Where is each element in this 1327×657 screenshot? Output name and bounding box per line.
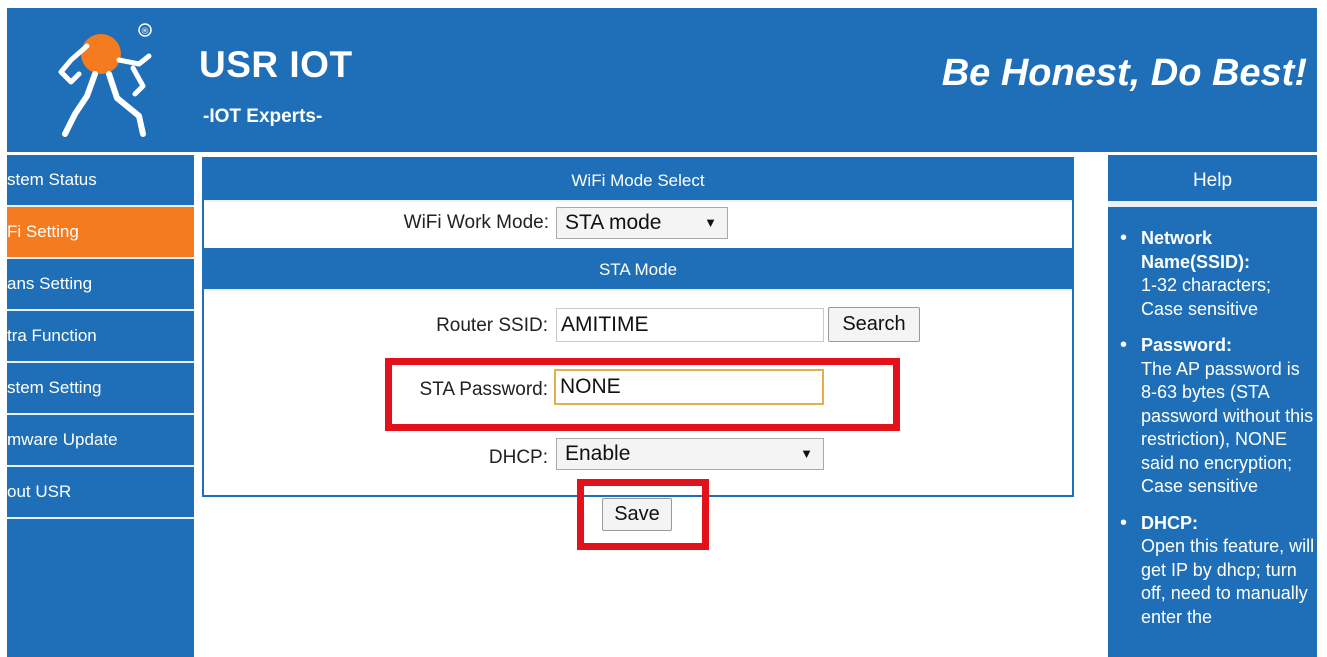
chevron-down-icon: ▼ <box>704 215 717 230</box>
sidebar-item-trans-setting[interactable]: ans Setting <box>7 259 194 311</box>
password-highlight-box <box>385 358 900 431</box>
sidebar-item-extra-function[interactable]: tra Function <box>7 311 194 363</box>
brand-title: USR IOT <box>199 44 353 85</box>
router-ssid-label: Router SSID: <box>436 315 548 336</box>
running-person-logo-icon: ® <box>58 23 152 137</box>
section-title-sta-mode: STA Mode <box>204 248 1072 291</box>
help-title: Help <box>1108 155 1317 207</box>
help-term-ssid: Network Name(SSID): <box>1141 228 1251 272</box>
help-desc-ssid: 1-32 characters; Case sensitive <box>1141 275 1272 319</box>
dhcp-select[interactable]: Enable ▼ <box>556 438 824 470</box>
help-term-dhcp: DHCP: <box>1141 512 1198 533</box>
router-ssid-input[interactable]: AMITIME <box>556 308 824 342</box>
sidebar-nav: stem Status Fi Setting ans Setting tra F… <box>7 155 194 657</box>
slogan: Be Honest, Do Best! <box>941 52 1307 94</box>
save-highlight-box <box>577 479 709 550</box>
sidebar-item-wifi-setting[interactable]: Fi Setting <box>7 207 194 259</box>
help-term-password: Password: <box>1141 335 1233 355</box>
help-list: Network Name(SSID): 1-32 characters; Cas… <box>1108 207 1317 629</box>
header-banner: ® USR IOT -IOT Experts- Be Honest, Do Be… <box>7 8 1317 152</box>
section-title-wifi-mode-select: WiFi Mode Select <box>204 159 1072 202</box>
sidebar-item-firmware-update[interactable]: mware Update <box>7 415 194 467</box>
help-desc-password: The AP password is 8-63 bytes (STA passw… <box>1141 358 1314 497</box>
wifi-settings-panel: WiFi Mode Select WiFi Work Mode: STA mod… <box>202 157 1074 497</box>
wifi-work-mode-label: WiFi Work Mode: <box>403 212 549 233</box>
dhcp-label: DHCP: <box>488 447 548 468</box>
help-item-dhcp: DHCP: Open this feature, will get IP by … <box>1116 512 1317 630</box>
sidebar-item-system-status[interactable]: stem Status <box>7 155 194 207</box>
sidebar-item-about-usr[interactable]: out USR <box>7 467 194 519</box>
help-desc-dhcp: Open this feature, will get IP by dhcp; … <box>1141 536 1315 627</box>
help-item-ssid: Network Name(SSID): 1-32 characters; Cas… <box>1116 227 1317 321</box>
help-panel: Help Network Name(SSID): 1-32 characters… <box>1108 155 1317 657</box>
brand-subtitle: -IOT Experts- <box>203 106 323 127</box>
chevron-down-icon: ▼ <box>800 446 813 461</box>
wifi-work-mode-value: STA mode <box>565 211 662 234</box>
wifi-work-mode-select[interactable]: STA mode ▼ <box>556 207 728 239</box>
dhcp-value: Enable <box>565 442 631 465</box>
help-item-password: Password: The AP password is 8-63 bytes … <box>1116 334 1317 499</box>
sidebar-item-system-setting[interactable]: stem Setting <box>7 363 194 415</box>
registered-mark: ® <box>141 27 150 37</box>
search-button[interactable]: Search <box>828 307 920 342</box>
